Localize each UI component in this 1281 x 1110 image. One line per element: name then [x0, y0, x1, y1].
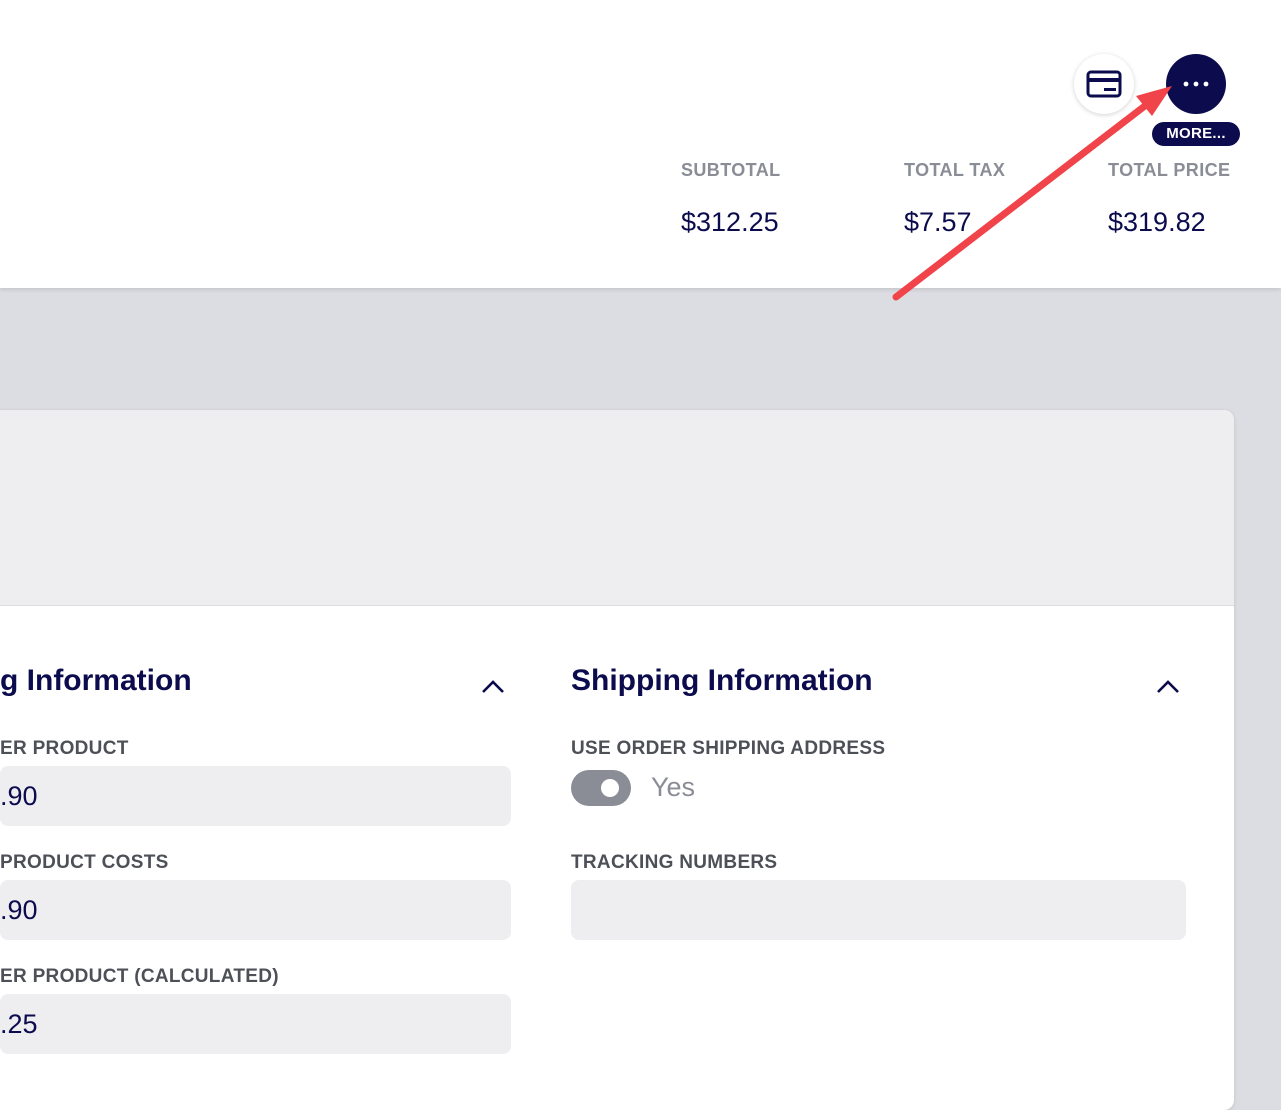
billing-field-input[interactable]: .25	[0, 994, 511, 1054]
total-tax-label: TOTAL TAX	[904, 160, 1006, 180]
billing-field-label: ER PRODUCT (CALCULATED)	[0, 966, 279, 987]
shipping-section-title: Shipping Information	[571, 664, 873, 697]
total-price-value: $319.82	[1108, 207, 1206, 237]
use-order-shipping-address-toggle[interactable]	[571, 770, 631, 806]
tracking-numbers-label: TRACKING NUMBERS	[571, 852, 778, 873]
more-button-label[interactable]: MORE...	[1152, 122, 1240, 146]
billing-field-label: PRODUCT COSTS	[0, 852, 169, 873]
tracking-numbers-input[interactable]	[571, 880, 1186, 940]
billing-section-title: g Information	[0, 664, 192, 697]
more-button[interactable]	[1166, 54, 1226, 114]
total-price-label: TOTAL PRICE	[1108, 160, 1231, 180]
subtotal-label: SUBTOTAL	[681, 160, 781, 180]
total-tax-value: $7.57	[904, 207, 972, 237]
total-tax: TOTAL TAX $7.57	[904, 160, 1005, 238]
billing-collapse-chevron-up-icon[interactable]	[479, 676, 507, 696]
shipping-collapse-chevron-up-icon[interactable]	[1154, 676, 1182, 696]
billing-field-input[interactable]: .90	[0, 766, 511, 826]
subtotal: SUBTOTAL $312.25	[681, 160, 781, 238]
payment-button[interactable]	[1074, 54, 1134, 114]
panel-top-area	[0, 410, 1234, 606]
use-order-shipping-address-value: Yes	[651, 772, 696, 802]
total-price: TOTAL PRICE $319.82	[1108, 160, 1230, 238]
credit-card-icon	[1086, 70, 1122, 98]
subtotal-value: $312.25	[681, 207, 779, 237]
order-header	[0, 0, 1281, 288]
toggle-knob	[601, 779, 619, 797]
ellipsis-icon	[1183, 81, 1209, 87]
billing-field-input[interactable]: .90	[0, 880, 511, 940]
billing-field-label: ER PRODUCT	[0, 738, 129, 759]
use-order-shipping-address-label: USE ORDER SHIPPING ADDRESS	[571, 738, 886, 759]
